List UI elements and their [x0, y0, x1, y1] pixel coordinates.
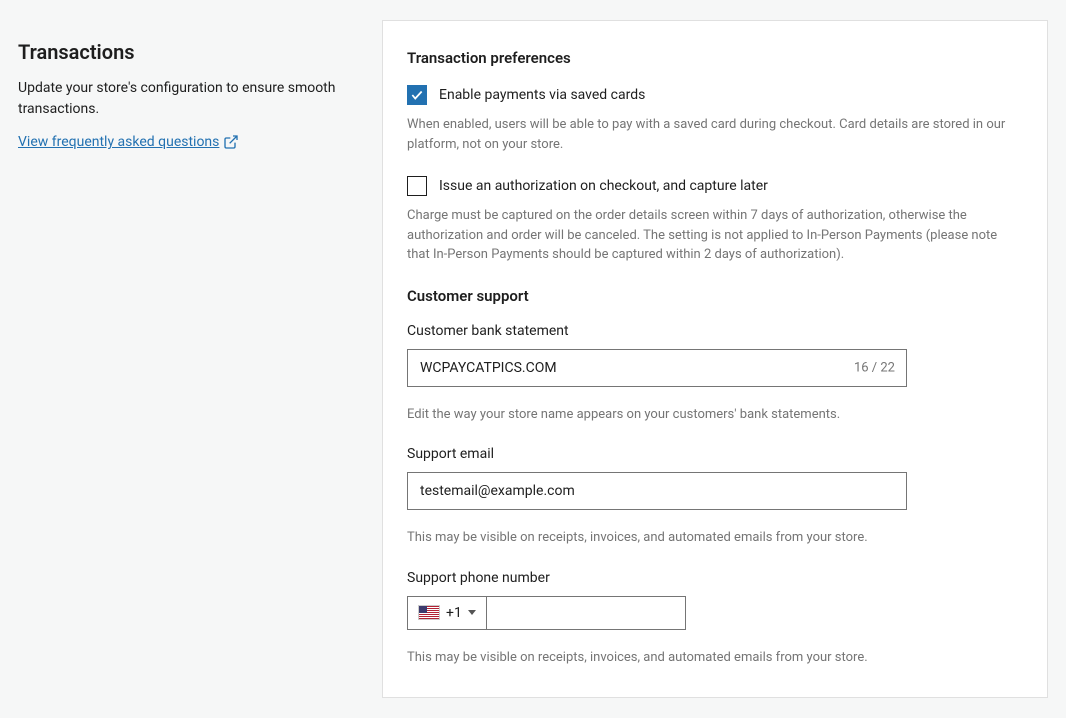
faq-link[interactable]: View frequently asked questions [18, 134, 239, 150]
customer-support-heading: Customer support [407, 287, 1023, 305]
faq-link-label: View frequently asked questions [18, 134, 219, 150]
sidebar: Transactions Update your store's configu… [18, 20, 358, 698]
auth-later-checkbox[interactable] [407, 176, 427, 196]
external-link-icon [223, 134, 239, 150]
support-phone-field: Support phone number +1 [407, 570, 1023, 630]
bank-statement-input[interactable] [407, 349, 907, 387]
dial-code: +1 [446, 605, 462, 621]
settings-panel: Transaction preferences Enable payments … [382, 20, 1048, 698]
support-email-label: Support email [407, 446, 1023, 462]
saved-cards-row: Enable payments via saved cards [407, 85, 1023, 105]
auth-later-row: Issue an authorization on checkout, and … [407, 176, 1023, 196]
settings-page: Transactions Update your store's configu… [0, 0, 1066, 718]
bank-statement-field: Customer bank statement 16 / 22 [407, 323, 1023, 387]
bank-statement-counter: 16 / 22 [854, 360, 895, 375]
support-email-field: Support email [407, 446, 1023, 510]
us-flag-icon [418, 605, 440, 620]
bank-statement-help: Edit the way your store name appears on … [407, 405, 1023, 425]
check-icon [410, 88, 424, 102]
page-description: Update your store's configuration to ens… [18, 78, 358, 120]
auth-later-help: Charge must be captured on the order det… [407, 206, 1023, 265]
bank-statement-label: Customer bank statement [407, 323, 1023, 339]
auth-later-label: Issue an authorization on checkout, and … [439, 178, 768, 194]
support-email-input[interactable] [407, 472, 907, 510]
support-phone-label: Support phone number [407, 570, 1023, 586]
enable-saved-cards-checkbox[interactable] [407, 85, 427, 105]
saved-cards-help: When enabled, users will be able to pay … [407, 115, 1023, 154]
support-phone-help: This may be visible on receipts, invoice… [407, 648, 1023, 668]
support-email-help: This may be visible on receipts, invoice… [407, 528, 1023, 548]
transaction-preferences-heading: Transaction preferences [407, 49, 1023, 67]
support-phone-input[interactable] [486, 596, 686, 630]
country-code-select[interactable]: +1 [407, 596, 486, 630]
page-title: Transactions [18, 40, 358, 64]
enable-saved-cards-label: Enable payments via saved cards [439, 87, 645, 103]
